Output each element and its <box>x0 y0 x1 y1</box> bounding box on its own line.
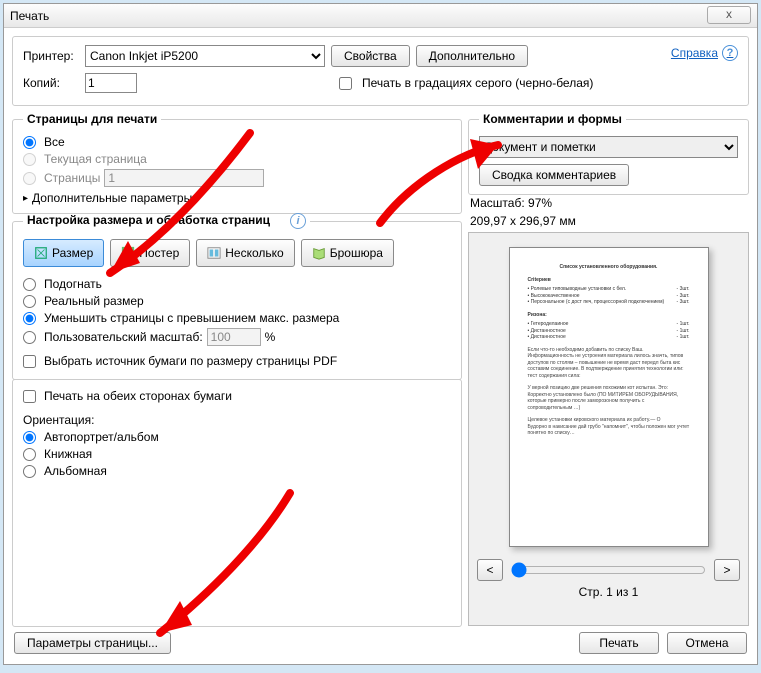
orientation-auto-label: Автопортрет/альбом <box>44 430 159 444</box>
size-icon <box>34 246 48 260</box>
preview-frame: Список установленного оборудования. Crit… <box>468 232 749 626</box>
tab-poster[interactable]: Постер <box>110 239 190 267</box>
info-icon[interactable]: i <box>290 213 306 229</box>
titlebar: Печать x <box>4 4 757 28</box>
scale-readout: Масштаб: 97% <box>470 196 749 210</box>
paper-source-label: Выбрать источник бумаги по размеру стран… <box>44 354 337 368</box>
more-params-label: Дополнительные параметры <box>32 191 192 205</box>
page-preview: Список установленного оборудования. Crit… <box>509 247 709 547</box>
tab-booklet[interactable]: Брошюра <box>301 239 394 267</box>
pages-all-radio[interactable] <box>23 136 36 149</box>
pages-range-label: Страницы <box>44 171 100 185</box>
printer-label: Принтер: <box>23 49 79 63</box>
orientation-portrait-label: Книжная <box>44 447 92 461</box>
help-icon: ? <box>722 45 738 61</box>
help-link-label: Справка <box>671 46 718 60</box>
duplex-orientation-group: Печать на обеих сторонах бумаги Ориентац… <box>12 379 462 627</box>
grayscale-label: Печать в градациях серого (черно-белая) <box>362 76 593 90</box>
copies-label: Копий: <box>23 76 79 90</box>
comments-summary-button[interactable]: Сводка комментариев <box>479 164 629 186</box>
paper-source-checkbox[interactable] <box>23 355 36 368</box>
paper-dims: 209,97 x 296,97 мм <box>470 214 749 228</box>
custom-scale-label: Пользовательский масштаб: <box>44 330 203 344</box>
pages-all-label: Все <box>44 135 65 149</box>
window-title: Печать <box>10 9 49 23</box>
page-indicator: Стр. 1 из 1 <box>477 585 740 599</box>
printer-panel: Справка ? Принтер: Canon Inkjet iP5200 С… <box>12 36 749 106</box>
dialog-content: Справка ? Принтер: Canon Inkjet iP5200 С… <box>4 28 757 664</box>
booklet-icon <box>312 246 326 260</box>
pages-range-radio <box>23 172 36 185</box>
orientation-portrait-radio[interactable] <box>23 448 36 461</box>
print-button[interactable]: Печать <box>579 632 659 654</box>
fit-label: Подогнать <box>44 277 102 291</box>
multiple-icon <box>207 246 221 260</box>
printer-select[interactable]: Canon Inkjet iP5200 <box>85 45 325 67</box>
pages-range-input <box>104 169 264 187</box>
preview-next-button[interactable]: > <box>714 559 740 581</box>
orientation-landscape-label: Альбомная <box>44 464 107 478</box>
shrink-label: Уменьшить страницы с превышением макс. р… <box>44 311 339 325</box>
pages-group: Страницы для печати Все Текущая страница… <box>12 112 462 214</box>
page-setup-button[interactable]: Параметры страницы... <box>14 632 171 654</box>
orientation-label: Ориентация: <box>23 413 451 427</box>
actual-label: Реальный размер <box>44 294 144 308</box>
pages-legend: Страницы для печати <box>23 112 161 126</box>
actual-radio[interactable] <box>23 295 36 308</box>
copies-input[interactable] <box>85 73 137 93</box>
tab-multiple[interactable]: Несколько <box>196 239 294 267</box>
size-handling-group: Настройка размера и обработка страниц i … <box>12 213 462 380</box>
duplex-label: Печать на обеих сторонах бумаги <box>44 389 232 403</box>
custom-scale-input <box>207 328 261 346</box>
orientation-auto-radio[interactable] <box>23 431 36 444</box>
chevron-right-icon: ▸ <box>23 193 28 204</box>
comments-select[interactable]: Документ и пометки <box>479 136 738 158</box>
custom-scale-unit: % <box>265 330 276 344</box>
pages-current-radio <box>23 153 36 166</box>
preview-slider[interactable] <box>511 562 706 578</box>
shrink-radio[interactable] <box>23 312 36 325</box>
comments-group: Комментарии и формы Документ и пометки С… <box>468 112 749 195</box>
comments-legend: Комментарии и формы <box>479 112 626 126</box>
duplex-checkbox[interactable] <box>23 390 36 403</box>
cancel-button[interactable]: Отмена <box>667 632 747 654</box>
help-link[interactable]: Справка ? <box>671 45 738 61</box>
pages-current-label: Текущая страница <box>44 152 147 166</box>
properties-button[interactable]: Свойства <box>331 45 410 67</box>
custom-scale-radio[interactable] <box>23 331 36 344</box>
size-legend: Настройка размера и обработка страниц i <box>23 213 310 229</box>
fit-radio[interactable] <box>23 278 36 291</box>
more-params-toggle[interactable]: ▸ Дополнительные параметры <box>23 191 451 205</box>
window-close-button[interactable]: x <box>707 6 751 24</box>
orientation-landscape-radio[interactable] <box>23 465 36 478</box>
grayscale-checkbox[interactable] <box>339 77 352 90</box>
poster-icon <box>121 246 135 260</box>
advanced-button[interactable]: Дополнительно <box>416 45 528 67</box>
preview-prev-button[interactable]: < <box>477 559 503 581</box>
tab-size[interactable]: Размер <box>23 239 104 267</box>
print-dialog: Печать x Справка ? Принтер: Canon Inkjet… <box>3 3 758 665</box>
